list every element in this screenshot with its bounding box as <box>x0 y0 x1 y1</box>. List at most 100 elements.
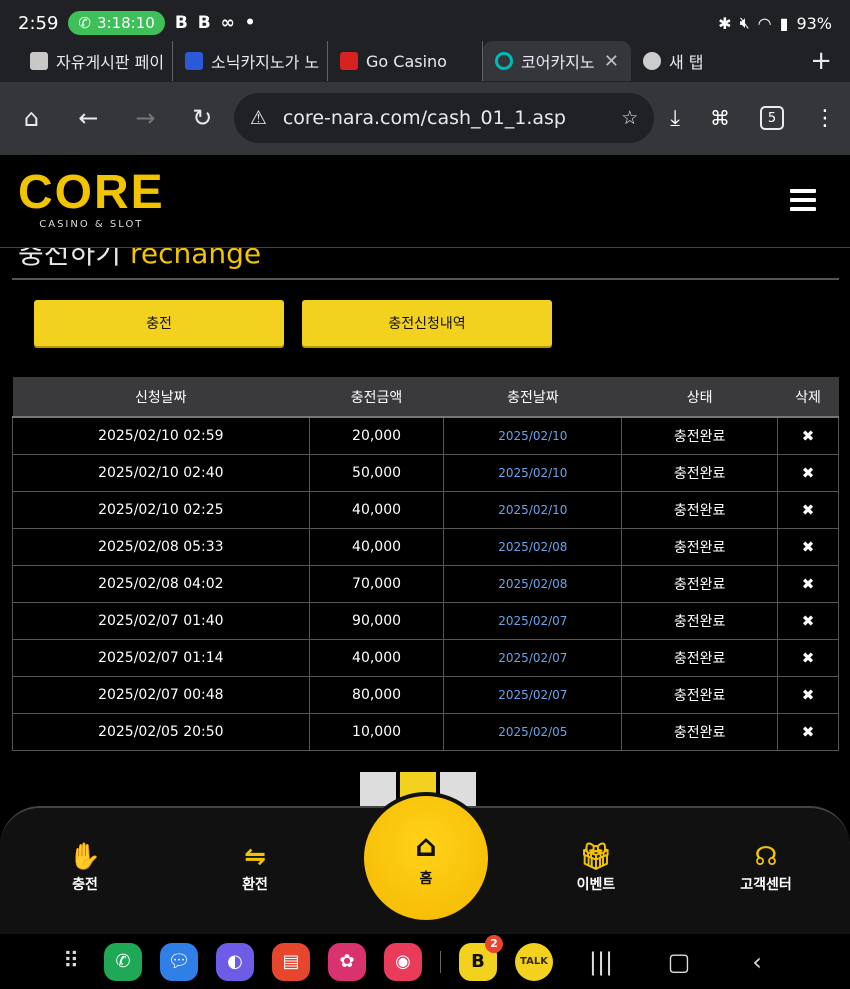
nav-exchange[interactable]: ⇋ 환전 <box>195 842 315 894</box>
cell-date[interactable]: 2025/02/07 <box>443 601 623 640</box>
favicon-icon <box>30 52 48 70</box>
forward-icon[interactable]: → <box>128 100 163 136</box>
tab-label: 소닉카지노가 노 <box>211 53 320 72</box>
tab-count-button[interactable]: 5 <box>759 106 784 130</box>
camera-app-icon[interactable]: ◉ <box>384 942 422 981</box>
back-system-icon[interactable]: ‹ <box>727 948 787 976</box>
home-icon[interactable]: ⌂ <box>14 100 49 136</box>
reload-icon[interactable]: ↻ <box>185 100 220 136</box>
address-bar[interactable]: ⚠ core-nara.com/cash_01_1.asp ☆ <box>233 93 655 143</box>
site-logo[interactable]: CORE CASINO & SLOT <box>18 169 165 231</box>
delete-icon[interactable]: ✖ <box>802 723 815 741</box>
cell-date[interactable]: 2025/02/07 <box>443 638 623 677</box>
cell-status: 충전완료 <box>621 675 779 714</box>
delete-icon[interactable]: ✖ <box>802 464 815 482</box>
b-app-icon[interactable]: B2 <box>459 934 503 981</box>
back-icon[interactable]: ← <box>71 100 106 136</box>
download-icon[interactable]: ⤓ <box>670 106 680 131</box>
home-label: 홈 <box>419 870 433 887</box>
translate-icon[interactable]: ⌘ <box>710 106 730 130</box>
recents-icon[interactable]: ||| <box>571 948 631 976</box>
table-row: 2025/02/07 01:14 40,000 2025/02/07 충전완료 … <box>12 638 839 677</box>
tab-2[interactable]: 소닉카지노가 노 <box>173 41 328 81</box>
delete-cell: ✖ <box>777 527 839 566</box>
table-row: 2025/02/08 04:02 70,000 2025/02/08 충전완료 … <box>12 564 839 603</box>
cell-date[interactable]: 2025/02/08 <box>443 564 623 603</box>
messages-app-icon[interactable]: 💬︎ <box>160 942 198 981</box>
tab-4-active[interactable]: 코어카지노 ✕ <box>483 41 631 81</box>
warning-icon[interactable]: ⚠ <box>250 107 267 129</box>
cell-amount: 50,000 <box>308 453 445 492</box>
logo-subtext: CASINO & SLOT <box>39 219 144 230</box>
charge-button[interactable]: 충전 <box>34 300 284 346</box>
tab-3[interactable]: Go Casino <box>328 41 483 81</box>
notification-badge: 2 <box>485 934 503 953</box>
delete-icon[interactable]: ✖ <box>802 612 815 630</box>
table-row: 2025/02/07 01:40 90,000 2025/02/07 충전완료 … <box>12 601 839 640</box>
delete-icon[interactable]: ✖ <box>802 686 815 704</box>
cell-date[interactable]: 2025/02/07 <box>443 675 623 714</box>
cell-date[interactable]: 2025/02/10 <box>443 453 623 492</box>
cell-requested: 2025/02/07 01:14 <box>12 638 310 677</box>
cell-amount: 80,000 <box>308 675 445 714</box>
table-row: 2025/02/10 02:59 20,000 2025/02/10 충전완료 … <box>12 416 839 455</box>
hamburger-menu-icon[interactable] <box>790 189 816 211</box>
delete-icon[interactable]: ✖ <box>802 538 815 556</box>
menu-kebab-icon[interactable]: ⋮ <box>814 106 836 131</box>
app-drawer-icon[interactable]: ⠿ <box>56 949 86 974</box>
delete-icon[interactable]: ✖ <box>802 501 815 519</box>
cell-requested: 2025/02/10 02:40 <box>12 453 310 492</box>
delete-icon[interactable]: ✖ <box>802 575 815 593</box>
charge-history-table: 신청날짜 충전금액 충전날짜 상태 삭제 2025/02/10 02:59 20… <box>12 377 839 751</box>
delete-icon[interactable]: ✖ <box>802 427 815 445</box>
close-icon[interactable]: ✕ <box>604 51 619 72</box>
favicon-icon <box>340 52 358 70</box>
cell-amount: 90,000 <box>308 601 445 640</box>
wifi-icon: ◠ <box>757 13 772 33</box>
cell-date[interactable]: 2025/02/10 <box>443 490 623 529</box>
home-system-icon[interactable]: ▢ <box>649 948 709 976</box>
cell-date[interactable]: 2025/02/05 <box>443 712 623 751</box>
cell-requested: 2025/02/05 20:50 <box>12 712 310 751</box>
delete-icon[interactable]: ✖ <box>802 649 815 667</box>
call-pill[interactable]: ✆ 3:18:10 <box>68 11 165 35</box>
new-tab-icon[interactable]: + <box>810 46 832 76</box>
nav-charge[interactable]: ✋ 충전 <box>25 842 145 894</box>
tab-label: 자유게시판 페이 <box>56 53 165 72</box>
android-taskbar: ⠿ ✆ 💬︎ ◐ ▤ ✿ ◉ B2 TALK ||| ▢ ‹ <box>0 934 850 989</box>
table-row: 2025/02/05 20:50 10,000 2025/02/05 충전완료 … <box>12 712 839 751</box>
phone-app-icon[interactable]: ✆ <box>104 942 142 981</box>
delete-cell: ✖ <box>777 490 839 529</box>
delete-cell: ✖ <box>777 601 839 640</box>
tab-strip: 자유게시판 페이 소닉카지노가 노 Go Casino 코어카지노 ✕ 새 탭 … <box>0 40 850 82</box>
tab-1[interactable]: 자유게시판 페이 <box>18 41 173 81</box>
cell-date[interactable]: 2025/02/08 <box>443 527 623 566</box>
col-date: 충전날짜 <box>443 377 622 418</box>
charge-history-button[interactable]: 충전신청내역 <box>302 300 552 346</box>
cell-amount: 20,000 <box>308 416 445 455</box>
gallery-app-icon[interactable]: ✿ <box>328 942 366 981</box>
star-icon[interactable]: ☆ <box>621 107 638 129</box>
table-header-row: 신청날짜 충전금액 충전날짜 상태 삭제 <box>12 377 839 418</box>
url-text[interactable]: core-nara.com/cash_01_1.asp <box>283 107 605 129</box>
cell-amount: 10,000 <box>308 712 445 751</box>
favicon-icon <box>495 52 513 70</box>
chrome-icon <box>643 52 661 70</box>
nav-event[interactable]: 🎁︎ 이벤트 <box>536 842 656 894</box>
cell-date[interactable]: 2025/02/10 <box>443 416 623 455</box>
cell-requested: 2025/02/10 02:59 <box>12 416 310 455</box>
notification-icons: B B ∞ • <box>174 13 258 33</box>
delete-cell: ✖ <box>777 564 839 603</box>
delete-cell: ✖ <box>777 675 839 714</box>
kakaotalk-app-icon[interactable]: TALK <box>515 942 553 981</box>
internet-app-icon[interactable]: ◐ <box>216 942 254 981</box>
nav-support[interactable]: ☊ 고객센터 <box>706 842 826 894</box>
coin-hand-icon: ✋ <box>68 842 102 872</box>
phone-icon: ✆ <box>78 14 91 32</box>
cell-requested: 2025/02/07 00:48 <box>12 675 310 714</box>
home-button[interactable]: ⌂ 홈 <box>360 792 492 924</box>
tab-5[interactable]: 새 탭 <box>631 41 786 81</box>
col-amount: 충전금액 <box>309 377 444 418</box>
notes-app-icon[interactable]: ▤ <box>272 942 310 981</box>
nav-charge-label: 충전 <box>72 877 98 893</box>
